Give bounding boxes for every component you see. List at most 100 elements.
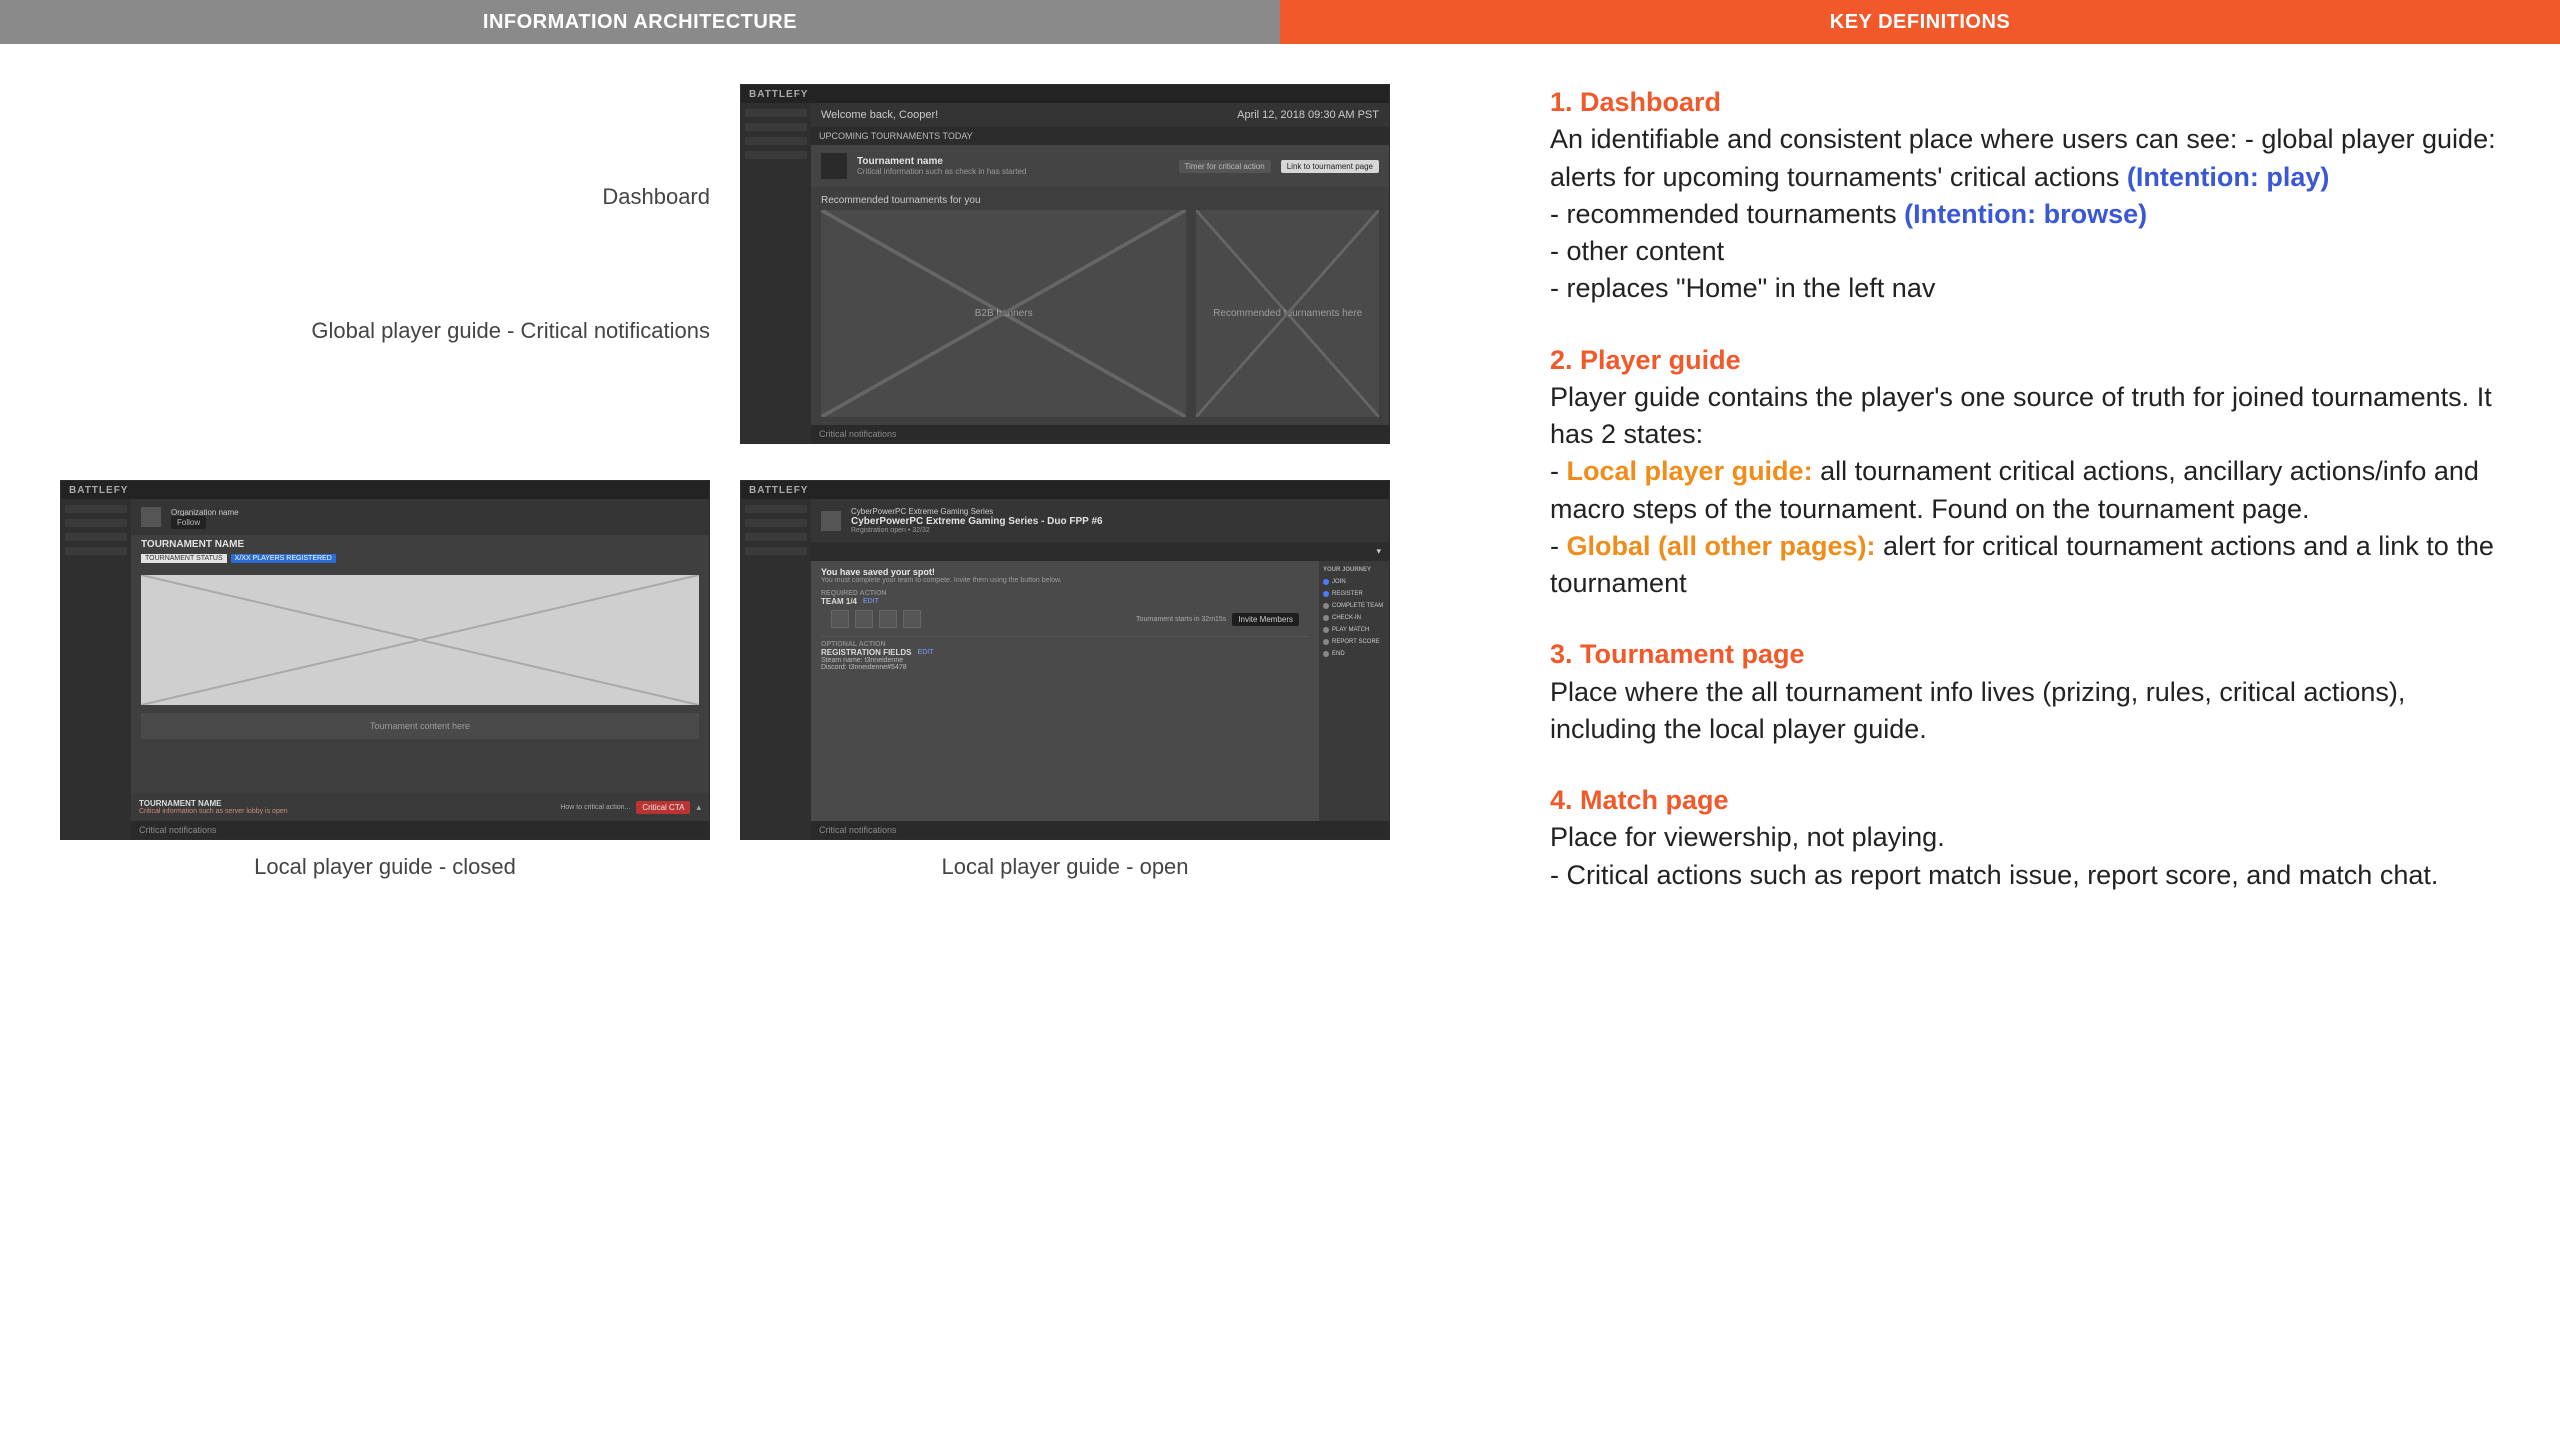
- col-key-definitions: 1. Dashboard An identifiable and consist…: [1450, 44, 2560, 1429]
- mock2-org-icon: [141, 507, 161, 527]
- mock3-journey-title: YOUR JOURNEY: [1323, 567, 1385, 573]
- mock3-j3: COMPLETE TEAM: [1332, 603, 1383, 609]
- mock2-title: TOURNAMENT NAME: [141, 539, 699, 550]
- mock3-regfields: REGISTRATION FIELDS: [821, 648, 912, 657]
- mock3-steam: Steam name: t3nneidenne: [821, 657, 1309, 664]
- def-dashboard: 1. Dashboard An identifiable and consist…: [1550, 84, 2500, 308]
- def2-p1: Player guide contains the player's one s…: [1550, 379, 2500, 454]
- cell-local-closed: BATTLEFY Organization name Follow: [60, 480, 710, 880]
- mock-link: Link to tournament page: [1281, 160, 1379, 173]
- mock3-required: REQUIRED ACTION: [821, 590, 1309, 597]
- mock3-org: CyberPowerPC Extreme Gaming Series: [851, 507, 1103, 516]
- cell-local-open: BATTLEFY CyberPowerPC Extreme Gaming Ser…: [740, 480, 1390, 880]
- mock-rec-ph: Recommended tournaments here: [1196, 210, 1379, 417]
- mock-sidenav: [741, 103, 811, 443]
- def1-intent-play: (Intention: play): [2127, 162, 2329, 192]
- mock-upcoming: UPCOMING TOURNAMENTS TODAY: [819, 131, 973, 141]
- def-player-guide: 2. Player guide Player guide contains th…: [1550, 342, 2500, 603]
- label-global-guide: Global player guide - Critical notificat…: [311, 318, 710, 344]
- mock3-j4: CHECK-IN: [1332, 615, 1361, 621]
- mock-tname: Tournament name: [857, 156, 1169, 167]
- mock3-team-edit: EDIT: [863, 598, 879, 605]
- row1-labels: Dashboard Global player guide - Critical…: [60, 184, 710, 344]
- mock-footer: Critical notifications: [819, 429, 897, 439]
- mock3-slot-icon: [903, 610, 921, 628]
- def4-p1: Place for viewership, not playing.: [1550, 819, 2500, 856]
- mock-tournament-row: Tournament name Critical information suc…: [811, 145, 1389, 187]
- def4-title: 4. Match page: [1550, 782, 2500, 819]
- mock2-content: Tournament content here: [141, 713, 699, 739]
- mock-date: April 12, 2018 09:30 AM PST: [1237, 109, 1379, 121]
- mock-dashboard: BATTLEFY Welcome back, Cooper! April 12,…: [740, 84, 1390, 444]
- def3-title: 3. Tournament page: [1550, 636, 2500, 673]
- def1-p3: - other content: [1550, 233, 2500, 270]
- mock2-foot-cta: Critical CTA: [636, 801, 690, 814]
- mock3-discord: Discord: t3nneidenne#5478: [821, 664, 1309, 671]
- mock3-slot-icon: [879, 610, 897, 628]
- caption-local-open: Local player guide - open: [740, 854, 1390, 880]
- mock-timer: Timer for critical action: [1179, 160, 1271, 173]
- def-match-page: 4. Match page Place for viewership, not …: [1550, 782, 2500, 894]
- mock-local-closed: BATTLEFY Organization name Follow: [60, 480, 710, 840]
- mock3-saved-sub: You must complete your team to compete. …: [821, 577, 1309, 584]
- mock3-org-icon: [821, 511, 841, 531]
- mock3-invite: Invite Members: [1232, 613, 1299, 626]
- mock3-starts: Tournament starts in 32m15s: [1136, 616, 1226, 623]
- header-left: INFORMATION ARCHITECTURE: [0, 0, 1280, 44]
- mock2-foot-how: How to critical action...: [560, 804, 630, 811]
- mock3-slot-icon: [831, 610, 849, 628]
- mock-b2b-ph: B2B banners: [821, 210, 1186, 417]
- mock3-slot-icon: [855, 610, 873, 628]
- row-local-guides: BATTLEFY Organization name Follow: [60, 480, 1390, 880]
- mock3-notif: Critical notifications: [819, 825, 897, 835]
- mock3-j7: END: [1332, 651, 1345, 657]
- mock3-sidenav: [741, 499, 811, 839]
- mock-rec-title: Recommended tournaments for you: [811, 187, 1389, 210]
- mock-thumb-icon: [821, 153, 847, 179]
- label-dashboard: Dashboard: [602, 184, 710, 210]
- def1-p4: - replaces "Home" in the left nav: [1550, 270, 2500, 307]
- def2-global-label: Global (all other pages):: [1567, 531, 1876, 561]
- mock-b2b-label: B2B banners: [821, 210, 1186, 417]
- mock-tinfo: Critical information such as check in ha…: [857, 167, 1169, 176]
- mock3-j2: REGISTER: [1332, 591, 1363, 597]
- mock3-edit: EDIT: [918, 649, 934, 656]
- mock-local-open: BATTLEFY CyberPowerPC Extreme Gaming Ser…: [740, 480, 1390, 840]
- mock2-sidenav: [61, 499, 131, 839]
- col-information-architecture: Dashboard Global player guide - Critical…: [0, 44, 1450, 1429]
- mock2-hero-ph: [141, 575, 699, 705]
- def1-p1a: An identifiable and consistent place whe…: [1550, 124, 2496, 191]
- mock3-j5: PLAY MATCH: [1332, 627, 1369, 633]
- mock2-foot-info: Critical information such as server lobb…: [139, 808, 288, 815]
- mock2-tag2: X/XX PLAYERS REGISTERED: [231, 554, 336, 563]
- mock2-notif: Critical notifications: [139, 825, 217, 835]
- mock3-optional: OPTIONAL ACTION: [821, 641, 1309, 648]
- mock3-j1: JOIN: [1332, 579, 1346, 585]
- mock2-tag1: TOURNAMENT STATUS: [141, 554, 227, 563]
- mock-brand: BATTLEFY: [749, 89, 808, 100]
- mock3-reg: Registration open • 32/32: [851, 527, 1103, 534]
- row-dashboard: Dashboard Global player guide - Critical…: [60, 84, 1390, 444]
- caption-local-closed: Local player guide - closed: [60, 854, 710, 880]
- mock3-title: CyberPowerPC Extreme Gaming Series - Duo…: [851, 516, 1103, 527]
- def2-local-label: Local player guide:: [1567, 456, 1813, 486]
- mock3-brand: BATTLEFY: [749, 485, 808, 496]
- mock-welcome: Welcome back, Cooper!: [821, 109, 938, 121]
- mock3-team: TEAM 1/4: [821, 597, 857, 606]
- mock2-follow: Follow: [171, 516, 206, 529]
- slide-body: Dashboard Global player guide - Critical…: [0, 44, 2560, 1429]
- mock2-foot-name: TOURNAMENT NAME: [139, 799, 288, 808]
- def1-intent-browse: (Intention: browse): [1904, 199, 2147, 229]
- mock2-brand: BATTLEFY: [69, 485, 128, 496]
- slide-header: INFORMATION ARCHITECTURE KEY DEFINITIONS: [0, 0, 2560, 44]
- def1-p2a: - recommended tournaments: [1550, 199, 1904, 229]
- mock-upcoming-bar: UPCOMING TOURNAMENTS TODAY: [811, 127, 1389, 145]
- def-tournament-page: 3. Tournament page Place where the all t…: [1550, 636, 2500, 748]
- mock3-j6: REPORT SCORE: [1332, 639, 1380, 645]
- def2-title: 2. Player guide: [1550, 342, 2500, 379]
- mock3-saved: You have saved your spot!: [821, 567, 1309, 577]
- mock-rec-label: Recommended tournaments here: [1196, 210, 1379, 417]
- def3-p1: Place where the all tournament info live…: [1550, 674, 2500, 749]
- def4-p2: - Critical actions such as report match …: [1550, 857, 2500, 894]
- mock3-journey: YOUR JOURNEY JOIN REGISTER COMPLETE TEAM…: [1319, 561, 1389, 821]
